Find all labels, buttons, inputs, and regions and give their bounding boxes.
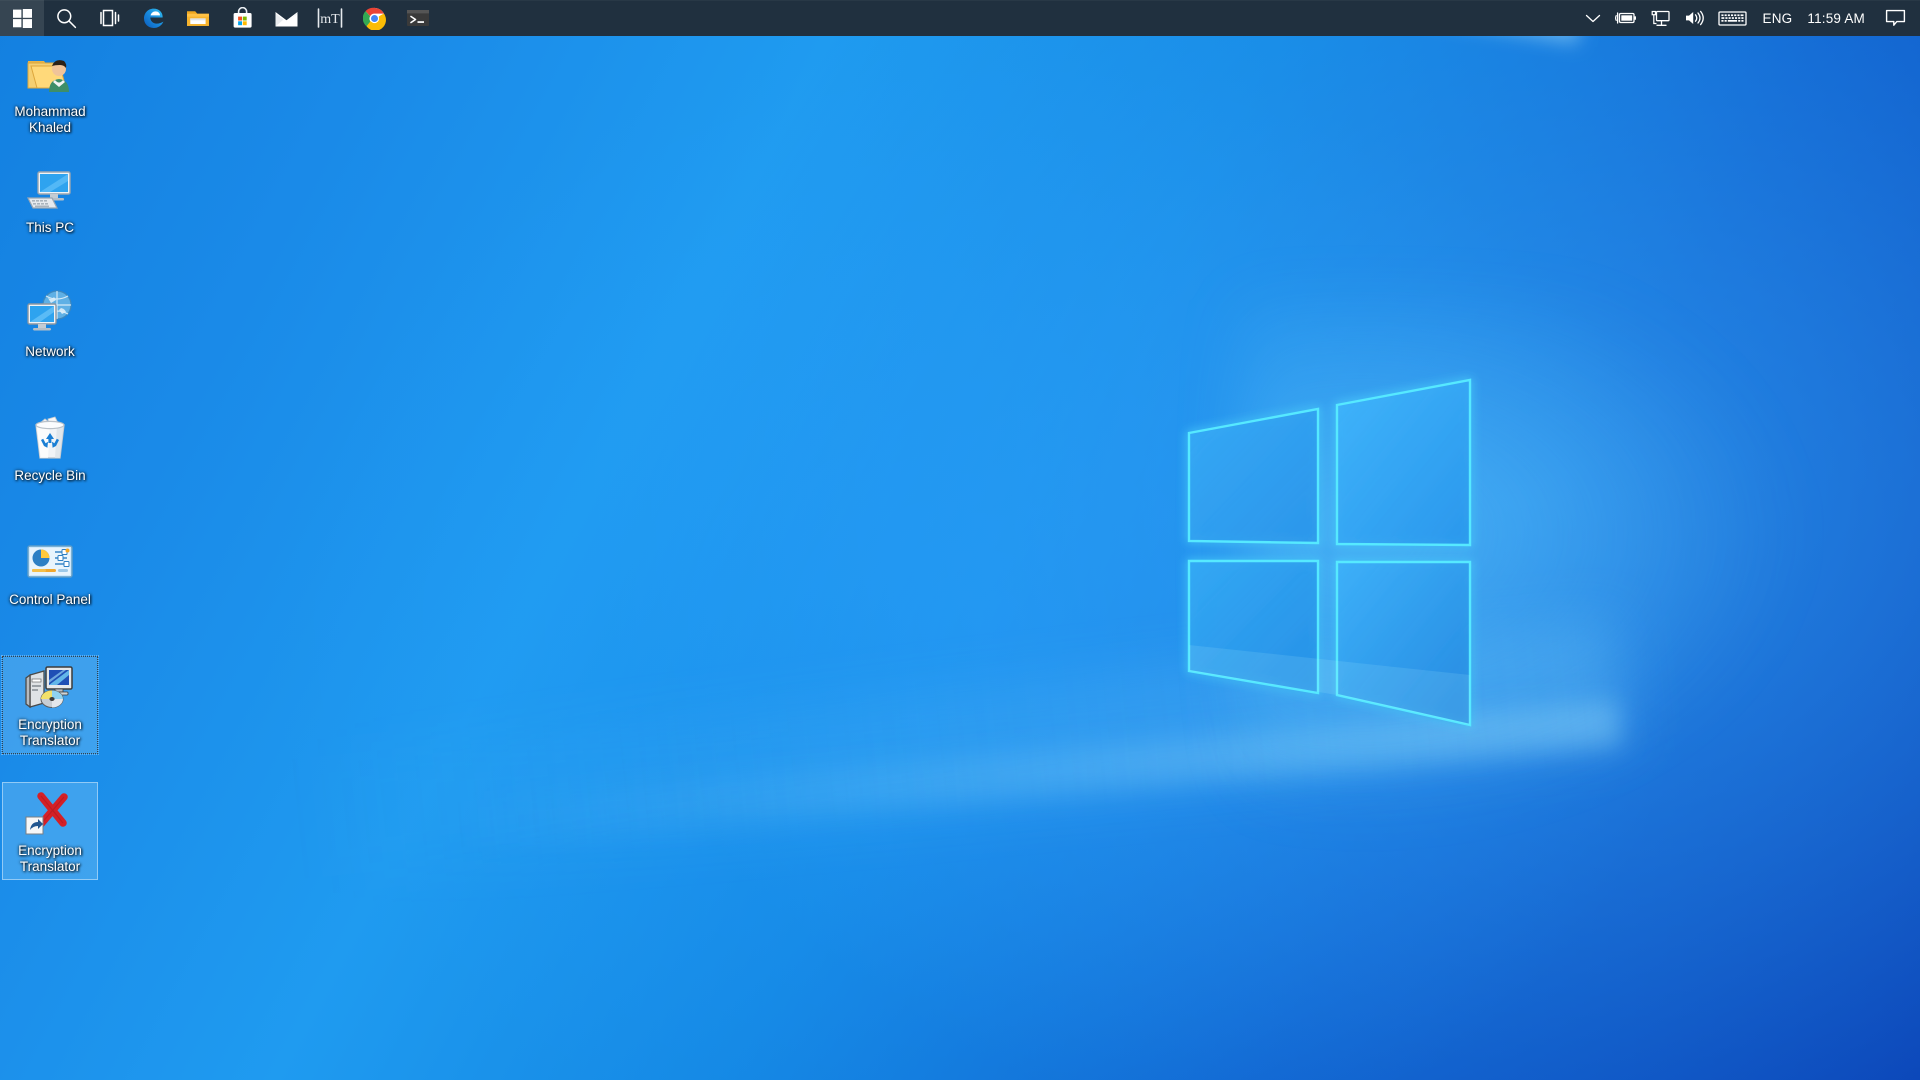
desktop-icon-this-pc[interactable]: This PC (2, 160, 98, 241)
desktop-icon-label: This PC (25, 220, 74, 235)
show-hidden-icons-button[interactable] (1578, 0, 1608, 36)
desktop-icon-label: Encryption Translator (18, 843, 82, 874)
input-indicator-icon[interactable] (1711, 0, 1754, 36)
file-explorer-icon (187, 10, 209, 26)
task-view-button[interactable] (88, 0, 132, 36)
mathtype-icon: mT (317, 8, 343, 28)
desktop-icon-mohammad-khaled[interactable]: Mohammad Khaled (2, 44, 98, 140)
desktop-icon-label: Recycle Bin (14, 468, 86, 483)
battery-charging-icon (1614, 12, 1636, 24)
clock-time: 11:59 AM (1807, 10, 1865, 26)
wallpaper-windows-logo-icon (1185, 375, 1555, 745)
system-tray: ENG 11:59 AM (1578, 0, 1920, 36)
taskbar-pinned-buttons: mT (0, 0, 440, 36)
speaker-volume-icon (1685, 10, 1704, 26)
search-button[interactable] (44, 0, 88, 36)
wallpaper-light-ray (123, 700, 1623, 877)
command-prompt-icon (407, 10, 429, 26)
keyboard-icon (1717, 10, 1747, 26)
desktop-icon-network[interactable]: Network (2, 284, 98, 365)
microsoft-store-icon (233, 6, 252, 28)
microsoft-edge-icon (144, 8, 164, 28)
file-explorer-button[interactable] (176, 0, 220, 36)
windows-logo-icon (12, 8, 32, 28)
task-view-icon (100, 9, 120, 27)
svg-text:mT: mT (320, 12, 340, 27)
chevron-up-icon (1585, 14, 1600, 23)
language-label: ENG (1762, 10, 1793, 26)
mail-button[interactable] (264, 0, 308, 36)
desktop-icon-recycle-bin[interactable]: Recycle Bin (2, 408, 98, 489)
start-button[interactable] (0, 0, 44, 36)
edge-button[interactable] (132, 0, 176, 36)
desktop-icon-encryption-translator-app[interactable]: Encryption Translator (1, 655, 99, 755)
action-center-button[interactable] (1875, 0, 1918, 36)
recycle-bin-full-icon (24, 412, 76, 464)
language-indicator[interactable]: ENG (1754, 0, 1802, 36)
terminal-button[interactable] (396, 0, 440, 36)
desktop-icon-label: Network (25, 344, 75, 359)
broken-shortcut-red-x-icon (24, 787, 76, 839)
this-pc-icon (24, 164, 76, 216)
user-folder-icon (24, 48, 76, 100)
network-monitor-icon (1651, 10, 1670, 26)
wallpaper-glow (1240, 300, 1800, 820)
wallpaper-light-ray (2, 620, 1627, 910)
taskbar-empty-area[interactable] (440, 0, 1578, 36)
desktop-background[interactable]: Mohammad Khaled This PC Network Recycle … (0, 0, 1920, 1080)
network-tray-icon[interactable] (1644, 0, 1677, 36)
search-icon (56, 8, 76, 28)
taskbar: mT ENG 11:59 AM (0, 0, 1920, 36)
mail-icon (275, 11, 297, 26)
microsoft-store-button[interactable] (220, 0, 264, 36)
volume-tray-icon[interactable] (1677, 0, 1711, 36)
desktop-icon-encryption-translator-shortcut[interactable]: Encryption Translator (2, 782, 98, 880)
chrome-button[interactable] (352, 0, 396, 36)
google-chrome-icon (362, 7, 386, 30)
desktop-icon-control-panel[interactable]: Control Panel (2, 532, 98, 613)
desktop-icon-label: Mohammad Khaled (14, 104, 86, 135)
clock-button[interactable]: 11:59 AM (1801, 0, 1875, 36)
network-icon (24, 288, 76, 340)
legacy-computer-cd-icon (24, 661, 76, 713)
notification-speech-bubble-icon (1885, 9, 1906, 26)
mathtype-button[interactable]: mT (308, 0, 352, 36)
control-panel-icon (24, 536, 76, 588)
desktop-icon-label: Encryption Translator (18, 717, 82, 748)
desktop-icon-label: Control Panel (9, 592, 91, 607)
battery-tray-icon[interactable] (1608, 0, 1644, 36)
